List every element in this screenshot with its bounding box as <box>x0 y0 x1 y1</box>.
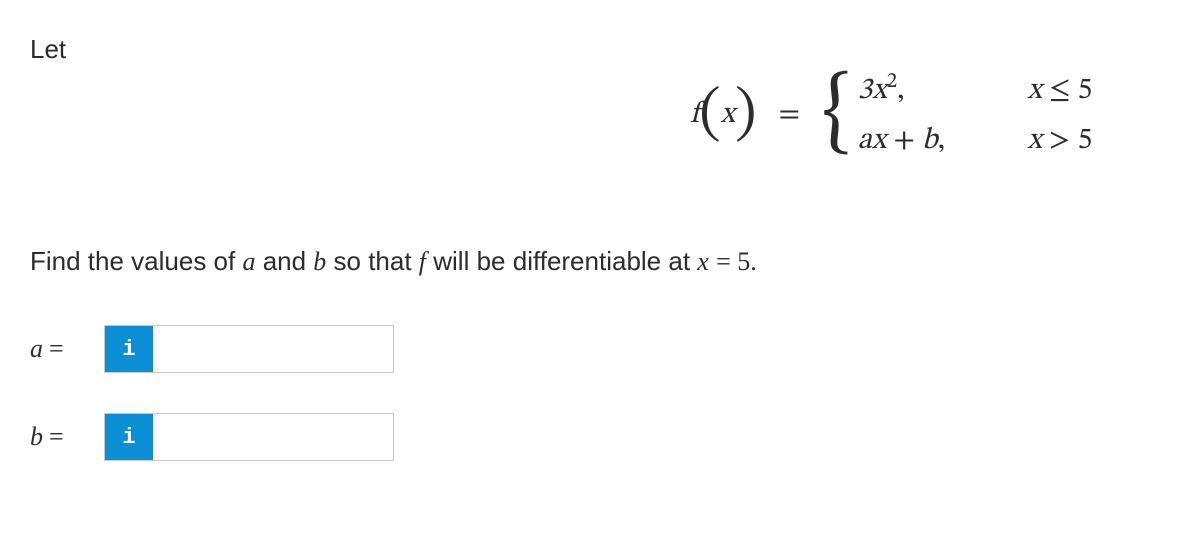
case-1: 3x2, x ≤ 5 <box>857 69 1137 110</box>
instruction-text: Find the values of a and b so that f wil… <box>30 246 1170 277</box>
case-1-cond: x ≤ 5 <box>1027 72 1137 110</box>
label-b: b= <box>30 422 86 452</box>
answer-inputs: a= i b= i <box>30 325 1170 461</box>
left-brace: { <box>822 83 851 146</box>
right-paren: ) <box>735 91 756 139</box>
function-lhs: f ( x ) <box>690 91 756 139</box>
input-group-a: i <box>104 325 394 373</box>
case-2-cond: x > 5 <box>1027 122 1137 160</box>
label-a: a= <box>30 334 86 364</box>
case-2-expr: ax + b, <box>857 122 1027 160</box>
cases-block: { 3x2, x ≤ 5 ax + b, x > 5 <box>822 69 1137 160</box>
input-group-b: i <box>104 413 394 461</box>
input-b[interactable] <box>153 414 393 460</box>
answer-row-b: b= i <box>30 413 1170 461</box>
piecewise-equation: f ( x ) = { 3x2, x ≤ 5 ax + b, x > 5 <box>690 69 1170 160</box>
case-1-expr: 3x2, <box>857 69 1027 110</box>
left-paren: ( <box>699 91 720 139</box>
answer-row-a: a= i <box>30 325 1170 373</box>
case-2: ax + b, x > 5 <box>857 122 1137 160</box>
equals-sign: = <box>778 96 800 134</box>
info-icon[interactable]: i <box>105 414 153 460</box>
function-name: f <box>690 96 699 134</box>
intro-text: Let <box>30 34 1170 65</box>
input-a[interactable] <box>153 326 393 372</box>
function-arg: x <box>721 96 735 134</box>
info-icon[interactable]: i <box>105 326 153 372</box>
